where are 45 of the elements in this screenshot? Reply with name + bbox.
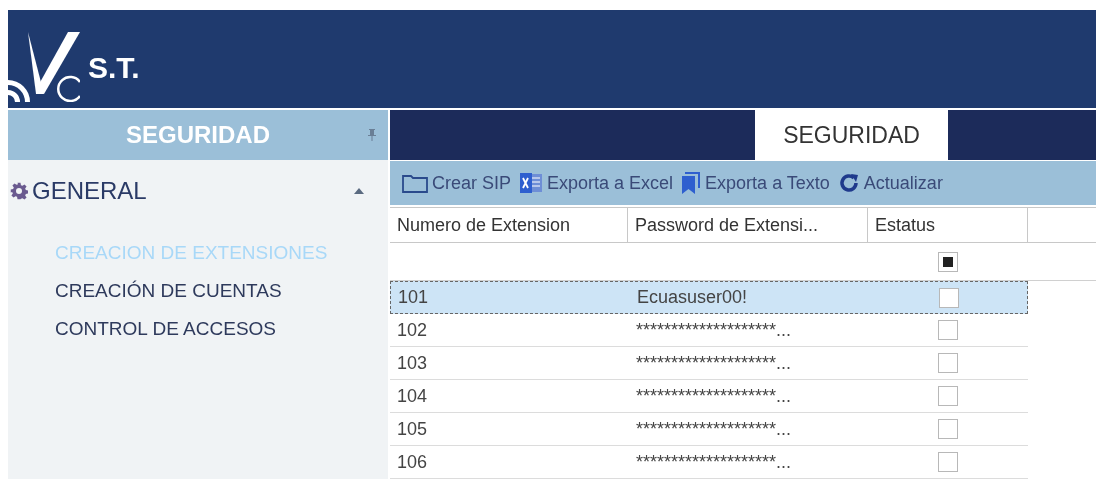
- tab[interactable]: SEGURIDAD: [755, 110, 948, 160]
- table-row[interactable]: 104 ********************...: [390, 380, 1028, 413]
- table-cell-text: ********************...: [635, 417, 793, 441]
- bookmark-icon: [681, 171, 702, 195]
- folder-icon: [402, 173, 428, 193]
- column-header[interactable]: Estatus: [868, 208, 1028, 242]
- filter-checkbox[interactable]: [938, 251, 958, 272]
- checkbox[interactable]: [938, 452, 958, 472]
- table-cell-text: 102: [396, 318, 429, 342]
- table-cell-text: ********************...: [635, 450, 793, 474]
- sidebar-title: SEGURIDAD: [126, 120, 270, 150]
- table-cell-text: 105: [396, 417, 429, 441]
- table-cell-text: 101: [397, 286, 430, 309]
- toolbar-button[interactable]: Exporta a Excel: [519, 168, 674, 198]
- sidebar-item[interactable]: CREACIÓN DE CUENTAS: [55, 272, 282, 310]
- table-row[interactable]: 103 ********************...: [390, 347, 1028, 380]
- caret-icon[interactable]: [354, 188, 364, 194]
- table-row[interactable]: 102 ********************...: [390, 314, 1028, 347]
- checkbox[interactable]: [938, 353, 958, 373]
- table-cell-text: 106: [396, 450, 429, 474]
- table-cell-text: Ecuasuser00!: [636, 286, 749, 309]
- column-header[interactable]: Numero de Extension: [390, 208, 628, 242]
- toolbar-button[interactable]: Exporta a Texto: [681, 168, 830, 198]
- toolbar-button[interactable]: Crear SIP: [402, 168, 512, 198]
- column-header[interactable]: Password de Extensi...: [628, 208, 868, 242]
- logo-text: S.T.: [88, 49, 140, 86]
- table-cell-text: 104: [396, 384, 429, 408]
- spreadsheet-icon: [519, 172, 544, 194]
- toolbar-button[interactable]: Actualizar: [837, 168, 943, 198]
- table-cell-text: ********************...: [635, 351, 793, 375]
- table-row[interactable]: 101 Ecuasuser00!: [390, 281, 1028, 314]
- table-cell-text: ********************...: [635, 318, 793, 342]
- table-cell-text: 103: [396, 351, 429, 375]
- table-row[interactable]: 105 ********************...: [390, 413, 1028, 446]
- table-row[interactable]: 106 ********************...: [390, 446, 1028, 479]
- checkbox[interactable]: [938, 386, 958, 406]
- checkbox[interactable]: [938, 419, 958, 439]
- checkbox[interactable]: [939, 287, 959, 308]
- checkbox[interactable]: [938, 320, 958, 340]
- table-cell-text: ********************...: [635, 384, 793, 408]
- group-label[interactable]: GENERAL: [32, 173, 354, 209]
- gear-icon: [10, 182, 28, 200]
- sidebar-item[interactable]: CONTROL DE ACCESOS: [55, 310, 276, 348]
- pin-icon[interactable]: [368, 129, 376, 141]
- refresh-icon: [837, 172, 860, 194]
